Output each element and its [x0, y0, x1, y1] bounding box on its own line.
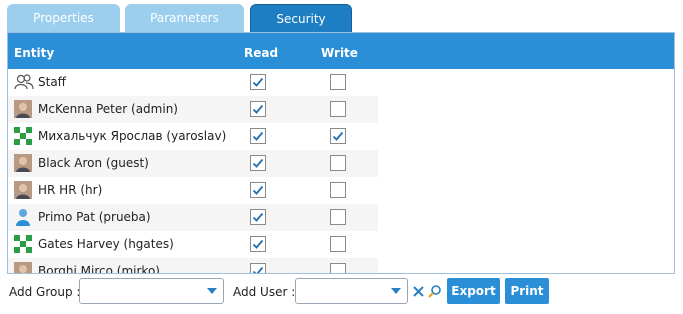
- header-write[interactable]: Write: [321, 46, 358, 60]
- entity-name: Staff: [38, 75, 66, 89]
- write-checkbox[interactable]: [330, 101, 346, 117]
- write-checkbox[interactable]: [330, 128, 346, 144]
- avatar: [14, 154, 32, 172]
- search-icon[interactable]: [428, 284, 442, 298]
- avatar: [14, 262, 32, 273]
- read-checkbox[interactable]: [250, 128, 266, 144]
- table-row[interactable]: Staff: [8, 69, 674, 96]
- header-read[interactable]: Read: [244, 46, 278, 60]
- table-row[interactable]: Black Aron (guest): [8, 150, 674, 177]
- entity-name: Gates Harvey (hgates): [38, 237, 174, 251]
- print-button[interactable]: Print: [505, 278, 549, 304]
- read-checkbox[interactable]: [250, 155, 266, 171]
- tab-bar: Properties Parameters Security: [0, 0, 683, 32]
- read-checkbox[interactable]: [250, 263, 266, 273]
- tab-security[interactable]: Security: [250, 4, 352, 32]
- read-checkbox[interactable]: [250, 74, 266, 90]
- tab-properties[interactable]: Properties: [7, 4, 120, 32]
- header-entity[interactable]: Entity: [14, 46, 54, 60]
- read-checkbox[interactable]: [250, 236, 266, 252]
- read-checkbox[interactable]: [250, 182, 266, 198]
- chevron-down-icon[interactable]: [207, 288, 217, 294]
- chevron-down-icon[interactable]: [391, 288, 401, 294]
- export-button[interactable]: Export: [447, 278, 500, 304]
- grid-header: Entity Read Write: [8, 33, 674, 69]
- write-checkbox[interactable]: [330, 182, 346, 198]
- write-checkbox[interactable]: [330, 155, 346, 171]
- table-row[interactable]: Borghi Mirco (mirko): [8, 258, 674, 274]
- table-row[interactable]: McKenna Peter (admin): [8, 96, 674, 123]
- entity-name: Black Aron (guest): [38, 156, 149, 170]
- add-user-label: Add User :: [233, 285, 296, 299]
- table-row[interactable]: HR HR (hr): [8, 177, 674, 204]
- write-checkbox[interactable]: [330, 236, 346, 252]
- entity-name: McKenna Peter (admin): [38, 102, 178, 116]
- entity-name: Primo Pat (prueba): [38, 210, 151, 224]
- avatar: [14, 181, 32, 199]
- read-checkbox[interactable]: [250, 209, 266, 225]
- write-checkbox[interactable]: [330, 209, 346, 225]
- group-icon: [14, 73, 34, 91]
- clear-icon[interactable]: [413, 286, 424, 297]
- table-row[interactable]: Primo Pat (prueba): [8, 204, 674, 231]
- tab-parameters[interactable]: Parameters: [125, 4, 244, 32]
- security-panel: Entity Read Write Staff McKenna Peter (ad…: [7, 32, 675, 274]
- table-row[interactable]: Михальчук Ярослав (yaroslav): [8, 123, 674, 150]
- table-row[interactable]: Gates Harvey (hgates): [8, 231, 674, 258]
- entity-name: Михальчук Ярослав (yaroslav): [38, 129, 227, 143]
- read-checkbox[interactable]: [250, 101, 266, 117]
- entity-name: HR HR (hr): [38, 183, 103, 197]
- entity-name: Borghi Mirco (mirko): [38, 264, 160, 274]
- write-checkbox[interactable]: [330, 74, 346, 90]
- add-group-label: Add Group :: [9, 285, 81, 299]
- avatar: [14, 100, 32, 118]
- user-icon: [14, 208, 32, 226]
- add-user-select[interactable]: [295, 278, 408, 304]
- avatar: [14, 127, 32, 145]
- add-group-select[interactable]: [79, 278, 224, 304]
- avatar: [14, 235, 32, 253]
- write-checkbox[interactable]: [330, 263, 346, 273]
